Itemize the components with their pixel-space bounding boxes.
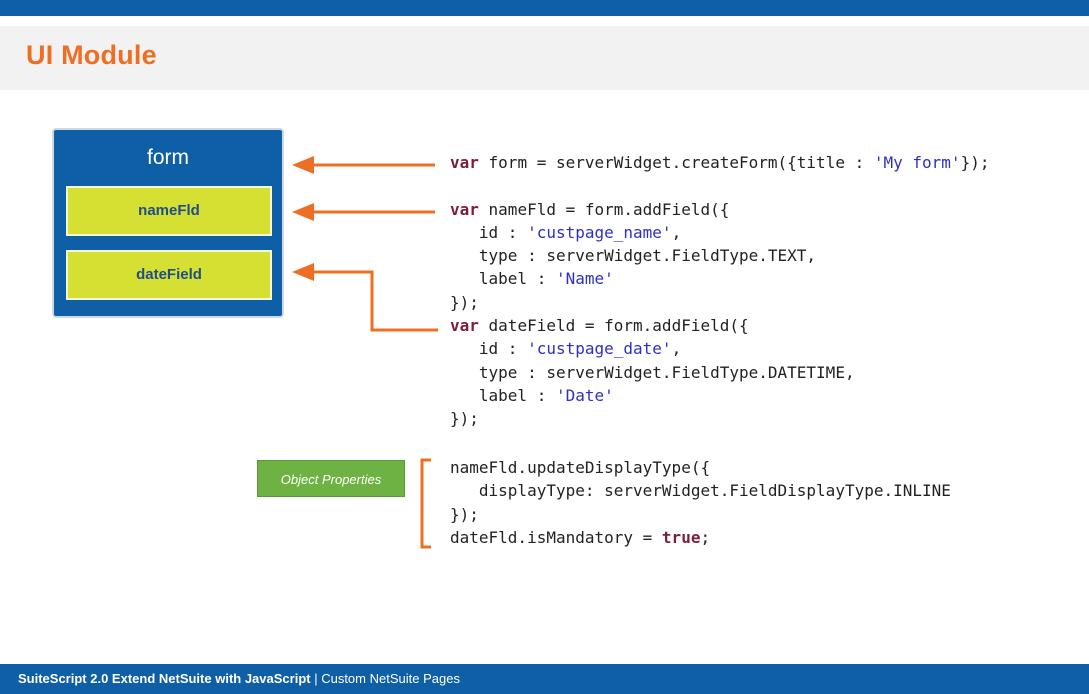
footer-bar: SuiteScript 2.0 Extend NetSuite with Jav… [0,664,1089,694]
arrow-name-field [292,203,435,221]
arrow-date-field [292,263,438,332]
connector-overlay [292,156,438,549]
footer-course-title: SuiteScript 2.0 Extend NetSuite with Jav… [18,671,311,686]
footer-section: Custom NetSuite Pages [321,671,460,686]
object-properties-bracket [420,458,431,549]
arrow-form [292,156,435,174]
footer-separator: | [310,671,322,686]
